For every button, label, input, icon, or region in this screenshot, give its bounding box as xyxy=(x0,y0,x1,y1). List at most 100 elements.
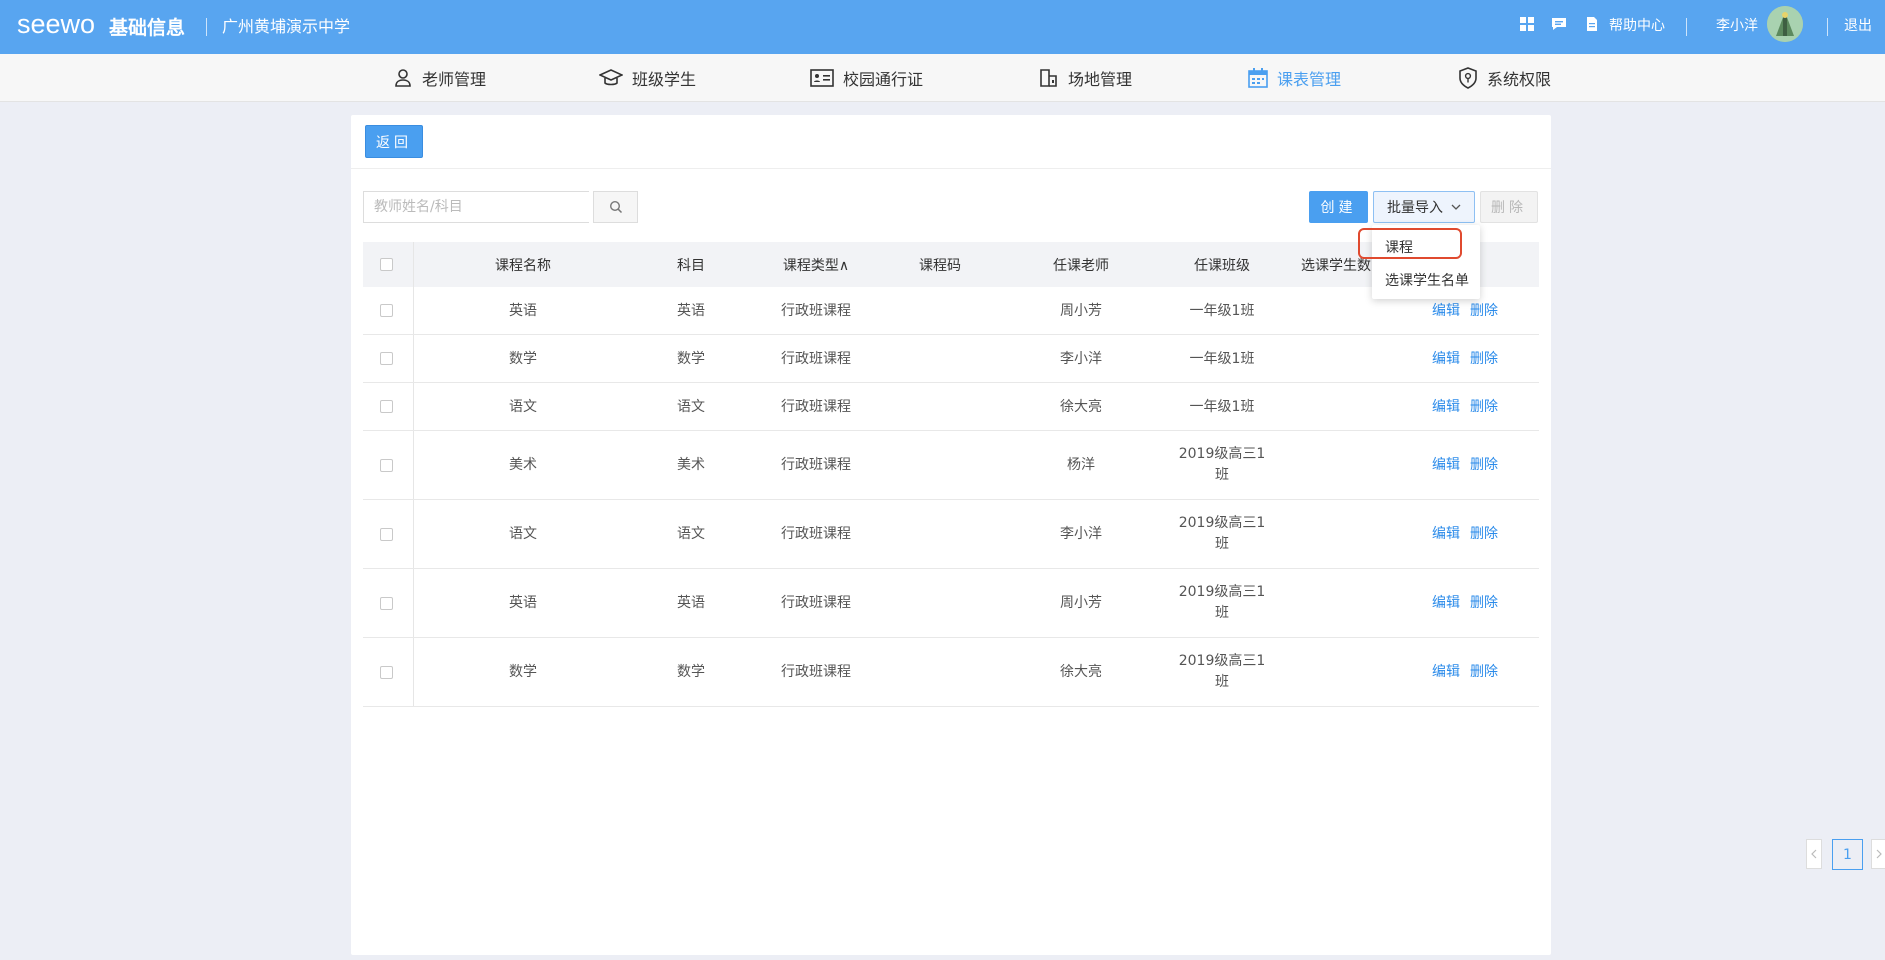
edit-link[interactable]: 编辑 xyxy=(1432,348,1460,368)
select-all-checkbox[interactable] xyxy=(380,258,393,271)
delete-link[interactable]: 删除 xyxy=(1470,348,1498,368)
nav-item-campus-pass[interactable]: 校园通行证 xyxy=(810,54,923,101)
divider xyxy=(351,168,1551,169)
table-row: 语文 语文 行政班课程 徐大亮 一年级1班 编辑 删除 xyxy=(363,383,1539,431)
search-icon xyxy=(609,200,622,214)
row-checkbox[interactable] xyxy=(380,459,393,472)
class: 一年级1班 xyxy=(1189,399,1255,415)
header-divider xyxy=(206,18,207,36)
course-name: 数学 xyxy=(509,351,537,367)
user-name[interactable]: 李小洋 xyxy=(1716,15,1758,35)
page-number[interactable]: 1 xyxy=(1832,839,1863,870)
table-row: 英语 英语 行政班课程 周小芳 2019级高三1班 编辑 删除 xyxy=(363,569,1539,638)
header-divider xyxy=(1686,18,1687,36)
row-checkbox[interactable] xyxy=(380,528,393,541)
nav-item-venues[interactable]: 场地管理 xyxy=(1039,54,1132,101)
column-header: 课程码 xyxy=(919,258,961,274)
batch-import-button[interactable]: 批量导入 xyxy=(1373,191,1475,223)
nav-item-teachers[interactable]: 老师管理 xyxy=(393,54,486,101)
nav-item-classes[interactable]: 班级学生 xyxy=(599,54,696,101)
course-name: 美术 xyxy=(509,457,537,473)
course-name: 语文 xyxy=(509,399,537,415)
teacher: 周小芳 xyxy=(1060,595,1102,611)
logout-link[interactable]: 退出 xyxy=(1844,15,1872,35)
row-checkbox[interactable] xyxy=(380,666,393,679)
course-type: 行政班课程 xyxy=(781,457,851,473)
delete-link[interactable]: 删除 xyxy=(1470,661,1498,681)
back-button[interactable]: 返回 xyxy=(365,125,423,158)
chevron-left-icon xyxy=(1811,849,1817,859)
teacher: 李小洋 xyxy=(1060,351,1102,367)
row-checkbox[interactable] xyxy=(380,597,393,610)
course-type: 行政班课程 xyxy=(781,664,851,680)
table-row: 数学 数学 行政班课程 李小洋 一年级1班 编辑 删除 xyxy=(363,335,1539,383)
table-row: 美术 美术 行政班课程 杨洋 2019级高三1班 编辑 删除 xyxy=(363,431,1539,500)
course-name: 英语 xyxy=(509,303,537,319)
chevron-down-icon xyxy=(1451,204,1461,210)
edit-link[interactable]: 编辑 xyxy=(1432,454,1460,474)
class: 2019级高三1班 xyxy=(1178,584,1266,621)
calendar-icon xyxy=(1248,67,1268,88)
delete-link[interactable]: 删除 xyxy=(1470,454,1498,474)
course-type: 行政班课程 xyxy=(781,399,851,415)
subject: 语文 xyxy=(677,399,705,415)
course-type: 行政班课程 xyxy=(781,526,851,542)
delete-button[interactable]: 删除 xyxy=(1480,191,1538,223)
edit-link[interactable]: 编辑 xyxy=(1432,523,1460,543)
delete-link[interactable]: 删除 xyxy=(1470,592,1498,612)
delete-link[interactable]: 删除 xyxy=(1470,300,1498,320)
row-checkbox[interactable] xyxy=(380,304,393,317)
column-header-sortable[interactable]: 课程类型∧ xyxy=(783,255,849,275)
subject: 英语 xyxy=(677,303,705,319)
column-header: 任课老师 xyxy=(1053,258,1109,274)
help-center-link[interactable]: 帮助中心 xyxy=(1609,15,1665,35)
document-icon[interactable] xyxy=(1584,16,1602,34)
row-checkbox[interactable] xyxy=(380,352,393,365)
nav-label: 场地管理 xyxy=(1068,69,1133,89)
edit-link[interactable]: 编辑 xyxy=(1432,396,1460,416)
nav-label: 系统权限 xyxy=(1487,69,1552,89)
column-header: 课程名称 xyxy=(495,258,551,274)
edit-link[interactable]: 编辑 xyxy=(1432,592,1460,612)
teacher: 徐大亮 xyxy=(1060,399,1102,415)
apps-grid-icon[interactable] xyxy=(1519,16,1537,34)
class: 2019级高三1班 xyxy=(1178,446,1266,483)
product-name: 基础信息 xyxy=(109,17,186,39)
avatar[interactable] xyxy=(1767,6,1803,42)
course-type: 行政班课程 xyxy=(781,303,851,319)
header-divider xyxy=(1827,18,1828,36)
chevron-right-icon xyxy=(1876,849,1882,859)
main-nav: 老师管理 班级学生 校园通行证 场地管理 课表管理 系统权限 xyxy=(0,54,1885,102)
teacher: 徐大亮 xyxy=(1060,664,1102,680)
course-type: 行政班课程 xyxy=(781,351,851,367)
nav-item-timetable[interactable]: 课表管理 xyxy=(1248,54,1341,101)
course-name: 英语 xyxy=(509,595,537,611)
edit-link[interactable]: 编辑 xyxy=(1432,661,1460,681)
subject: 数学 xyxy=(677,664,705,680)
row-checkbox[interactable] xyxy=(380,400,393,413)
prev-page-button[interactable] xyxy=(1806,839,1822,869)
table-row: 数学 数学 行政班课程 徐大亮 2019级高三1班 编辑 删除 xyxy=(363,638,1539,707)
delete-link[interactable]: 删除 xyxy=(1470,396,1498,416)
delete-link[interactable]: 删除 xyxy=(1470,523,1498,543)
message-icon[interactable] xyxy=(1551,16,1569,34)
class: 一年级1班 xyxy=(1189,303,1255,319)
search-button[interactable] xyxy=(593,191,638,223)
graduation-cap-icon xyxy=(599,68,623,85)
school-name[interactable]: 广州黄埔演示中学 xyxy=(222,13,350,37)
top-header: seewo 基础信息 广州黄埔演示中学 帮助中心 李小洋 退出 xyxy=(0,0,1885,54)
id-card-icon xyxy=(810,68,834,87)
teacher: 周小芳 xyxy=(1060,303,1102,319)
teacher: 杨洋 xyxy=(1067,457,1095,473)
next-page-button[interactable] xyxy=(1871,839,1885,869)
teacher: 李小洋 xyxy=(1060,526,1102,542)
create-button[interactable]: 创建 xyxy=(1309,191,1368,223)
nav-label: 课表管理 xyxy=(1277,69,1342,89)
menu-item-student-list[interactable]: 选课学生名单 xyxy=(1385,270,1469,290)
subject: 语文 xyxy=(677,526,705,542)
nav-label: 班级学生 xyxy=(632,69,697,89)
highlight-box xyxy=(1358,228,1462,259)
nav-item-permissions[interactable]: 系统权限 xyxy=(1458,54,1551,101)
edit-link[interactable]: 编辑 xyxy=(1432,300,1460,320)
search-input[interactable] xyxy=(363,191,589,223)
